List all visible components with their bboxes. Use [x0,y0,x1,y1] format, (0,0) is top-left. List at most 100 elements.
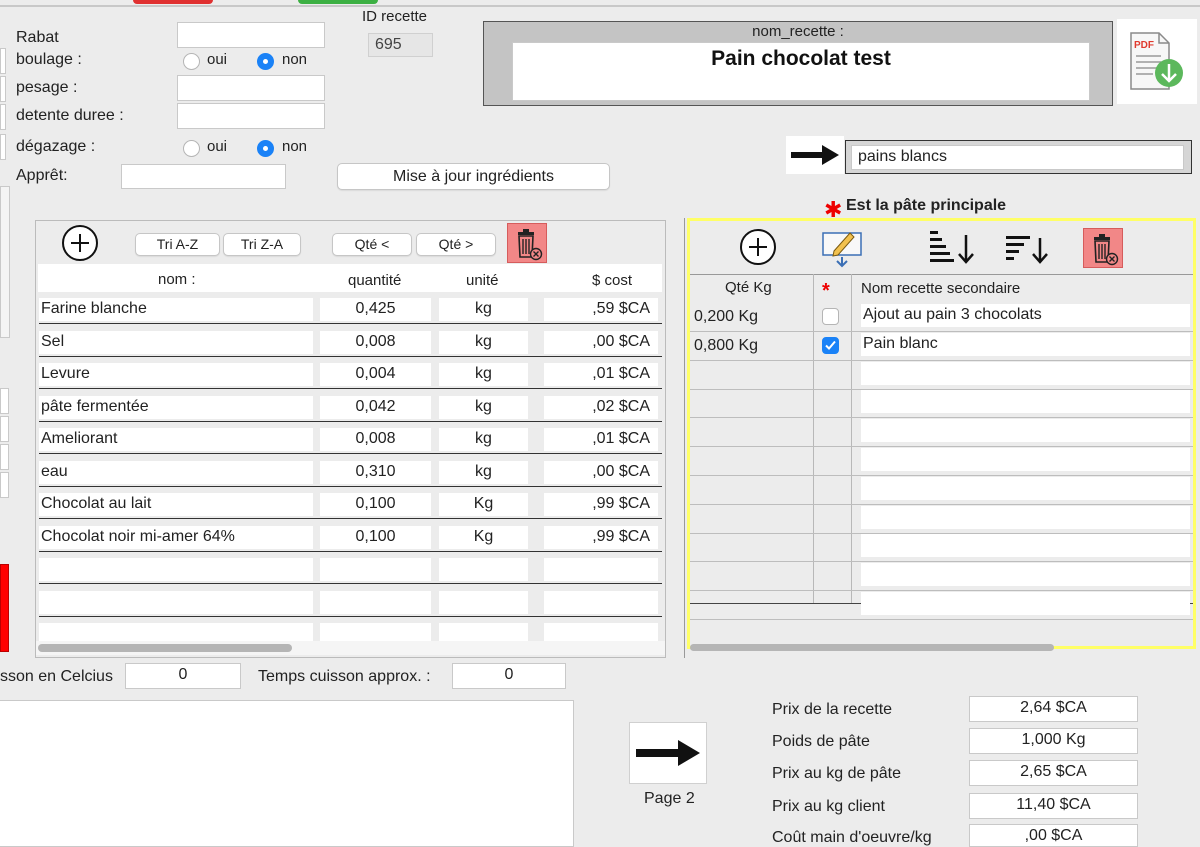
degazage-oui-radio[interactable] [183,140,200,157]
ingredient-unite-cell[interactable]: kg [439,461,528,484]
ingredient-unite-cell[interactable]: kg [439,428,528,451]
secondary-qty-cell[interactable]: 0,800 Kg [694,337,758,355]
secondary-name-cell[interactable] [861,477,1190,500]
ingredient-nom-cell[interactable]: Chocolat noir mi-amer 64% [39,526,313,549]
detente-field[interactable] [177,103,325,129]
ingredient-unite-cell[interactable]: Kg [439,493,528,516]
notes-textarea[interactable] [0,700,574,847]
qty-less-button[interactable]: Qté < [332,233,412,256]
sort-ascending-icon[interactable] [1004,233,1052,267]
sort-descending-icon[interactable] [928,229,976,267]
boulage-oui-radio[interactable] [183,53,200,70]
ingredient-cost-cell[interactable]: ,00 $CA [544,331,658,354]
secondary-name-cell[interactable] [861,448,1190,471]
secondary-name-cell[interactable] [861,534,1190,557]
ingredient-quantite-cell[interactable]: 0,008 [320,428,431,451]
ingredient-unite-cell[interactable]: kg [439,396,528,419]
delete-secondary-trash-icon[interactable] [1083,228,1123,268]
checkbox-checked[interactable] [822,337,839,354]
ingredient-unite-cell[interactable]: kg [439,363,528,386]
secondary-name-cell[interactable] [861,506,1190,529]
prix-client-field[interactable]: 11,40 $CA [969,793,1138,819]
top-green-tab[interactable] [298,0,378,4]
secondary-scroll-thumb[interactable] [690,644,1054,651]
qty-more-button[interactable]: Qté > [416,233,496,256]
secondary-name-cell[interactable] [861,390,1190,413]
secondary-qty-cell[interactable]: 0,200 Kg [694,308,758,326]
ingredient-cost-cell[interactable]: ,01 $CA [544,428,658,451]
ingredient-quantite-cell[interactable]: 0,008 [320,331,431,354]
secondary-name-cell[interactable] [861,362,1190,385]
add-ingredient-icon[interactable] [62,225,98,261]
category-field[interactable]: pains blancs [851,145,1184,170]
ingredient-quantite-cell[interactable]: 0,004 [320,363,431,386]
ingredient-cost-cell[interactable] [544,591,658,614]
page2-arrow-button[interactable] [629,722,707,784]
ingredient-nom-cell[interactable]: eau [39,461,313,484]
secondary-name-cell[interactable] [861,563,1190,586]
sort-az-button[interactable]: Tri A-Z [135,233,220,256]
ingredient-nom-cell[interactable]: Chocolat au lait [39,493,313,516]
ingredient-unite-cell[interactable]: kg [439,331,528,354]
ingredient-cost-cell[interactable]: ,99 $CA [544,493,658,516]
left-red-block[interactable] [0,564,9,652]
update-ingredients-button[interactable]: Mise à jour ingrédients [337,163,610,190]
left-edge-field[interactable] [0,388,9,414]
ingredient-nom-cell[interactable]: pâte fermentée [39,396,313,419]
ingredient-unite-cell[interactable] [439,558,528,581]
sort-za-button[interactable]: Tri Z-A [223,233,301,256]
appret-field[interactable] [121,164,286,189]
ingredient-unite-cell[interactable]: kg [439,298,528,321]
category-arrow-button[interactable] [786,136,844,174]
ingredient-nom-cell[interactable] [39,558,313,581]
ingredient-nom-cell[interactable]: Sel [39,331,313,354]
secondary-name-cell[interactable]: Pain blanc [861,333,1190,356]
ingredient-unite-cell[interactable]: Kg [439,526,528,549]
left-edge-field[interactable] [0,76,6,102]
prix-kg-field: 2,65 $CA [969,760,1138,786]
main-oeuvre-field[interactable]: ,00 $CA [969,824,1138,847]
ingredient-nom-cell[interactable]: Farine blanche [39,298,313,321]
rabat-field[interactable] [177,22,325,48]
ingredient-cost-cell[interactable]: ,01 $CA [544,363,658,386]
ingredients-scroll-thumb[interactable] [38,644,292,652]
ingredient-quantite-cell[interactable]: 0,100 [320,493,431,516]
left-edge-field[interactable] [0,134,6,160]
ingredient-nom-cell[interactable]: Levure [39,363,313,386]
boulage-non-radio[interactable] [257,53,274,70]
pesage-field[interactable] [177,75,325,101]
left-edge-field[interactable] [0,48,6,74]
ingredient-quantite-cell[interactable] [320,558,431,581]
edit-secondary-icon[interactable] [820,227,864,269]
ingredient-nom-cell[interactable] [39,591,313,614]
delete-ingredient-trash-icon[interactable] [507,223,547,263]
ingredient-nom-cell[interactable]: Ameliorant [39,428,313,451]
header-nom: nom : [158,271,196,288]
secondary-name-cell[interactable] [861,592,1190,615]
left-edge-field[interactable] [0,104,6,130]
ingredient-cost-cell[interactable]: ,00 $CA [544,461,658,484]
ingredient-cost-cell[interactable]: ,59 $CA [544,298,658,321]
recipe-name-field[interactable]: Pain chocolat test [512,42,1090,101]
ingredient-cost-cell[interactable] [544,558,658,581]
left-edge-field[interactable] [0,472,9,498]
ingredient-quantite-cell[interactable]: 0,310 [320,461,431,484]
ingredient-quantite-cell[interactable] [320,591,431,614]
ingredient-quantite-cell[interactable]: 0,425 [320,298,431,321]
ingredient-cost-cell[interactable]: ,99 $CA [544,526,658,549]
secondary-name-cell[interactable] [861,419,1190,442]
left-edge-field[interactable] [0,416,9,442]
checkbox[interactable] [822,308,839,325]
ingredient-cost-cell[interactable]: ,02 $CA [544,396,658,419]
left-edge-field[interactable] [0,444,9,470]
ingredient-quantite-cell[interactable]: 0,042 [320,396,431,419]
top-red-tab[interactable] [133,0,213,4]
degazage-non-radio[interactable] [257,140,274,157]
ingredient-quantite-cell[interactable]: 0,100 [320,526,431,549]
pdf-download-icon[interactable]: PDF [1117,19,1197,104]
add-secondary-icon[interactable] [740,229,776,265]
ingredient-unite-cell[interactable] [439,591,528,614]
secondary-name-cell[interactable]: Ajout au pain 3 chocolats [861,304,1190,327]
cuisson-time-field[interactable]: 0 [452,663,566,689]
cuisson-temp-field[interactable]: 0 [125,663,241,689]
